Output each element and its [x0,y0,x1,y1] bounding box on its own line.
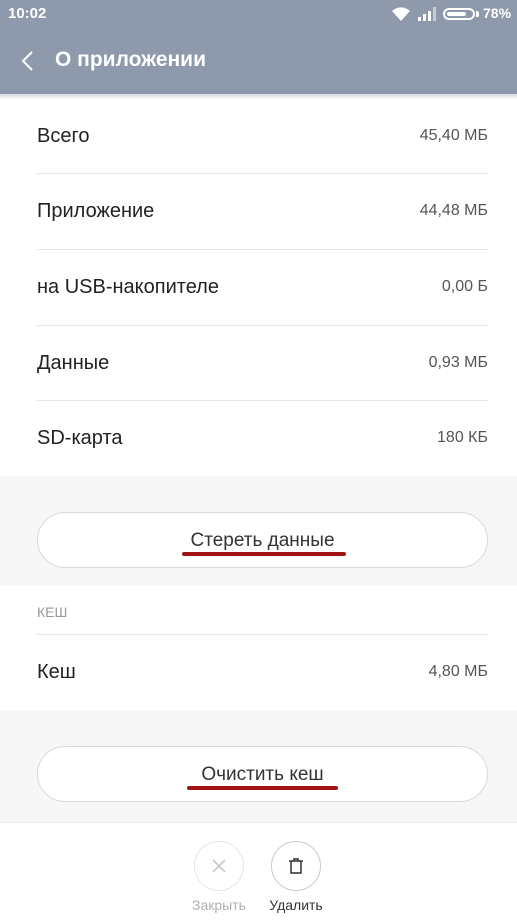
signal-icon [418,7,436,21]
storage-value: 45,40 МБ [419,127,488,144]
storage-value: 0,00 Б [441,278,488,295]
storage-label: Данные [37,352,110,374]
battery-percent: 78% [483,5,512,21]
storage-row-app: Приложение 44,48 МБ [0,174,517,249]
clear-cache-button[interactable]: Очистить кеш [37,746,488,802]
storage-value: 180 КБ [437,429,488,446]
storage-label: Приложение [37,200,155,222]
wifi-icon [392,7,410,21]
storage-label: на USB-накопителе [37,276,219,298]
delete-button[interactable] [271,841,321,891]
storage-row-total: Всего 45,40 МБ [0,99,517,174]
clock: 10:02 [8,5,47,22]
annotation-underline [182,552,346,556]
close-button[interactable] [194,841,244,891]
app-bar: О приложении [0,28,517,94]
storage-value: 44,48 МБ [419,202,488,219]
cache-section-header: КЕШ [37,604,68,620]
cache-label: Кеш [37,661,76,683]
storage-row-usb: на USB-накопителе 0,00 Б [0,250,517,325]
storage-row-data: Данные 0,93 МБ [0,326,517,401]
status-bar: 10:02 78% [0,0,517,28]
storage-row-sd: SD-карта 180 КБ [0,401,517,476]
delete-label: Удалить [269,897,323,913]
storage-label: SD-карта [37,427,123,449]
cache-row: Кеш 4,80 МБ [0,635,517,710]
clear-data-button[interactable]: Стереть данные [37,512,488,568]
close-icon [212,859,226,873]
bottom-action-bar: Закрыть Удалить [0,822,517,923]
storage-value: 0,93 МБ [428,354,488,371]
page-title: О приложении [55,48,206,71]
storage-label: Всего [37,125,90,147]
annotation-underline [187,786,338,790]
chevron-left-icon[interactable] [14,46,40,76]
trash-icon [289,858,303,874]
battery-icon [443,8,475,20]
cache-value: 4,80 МБ [428,663,488,680]
